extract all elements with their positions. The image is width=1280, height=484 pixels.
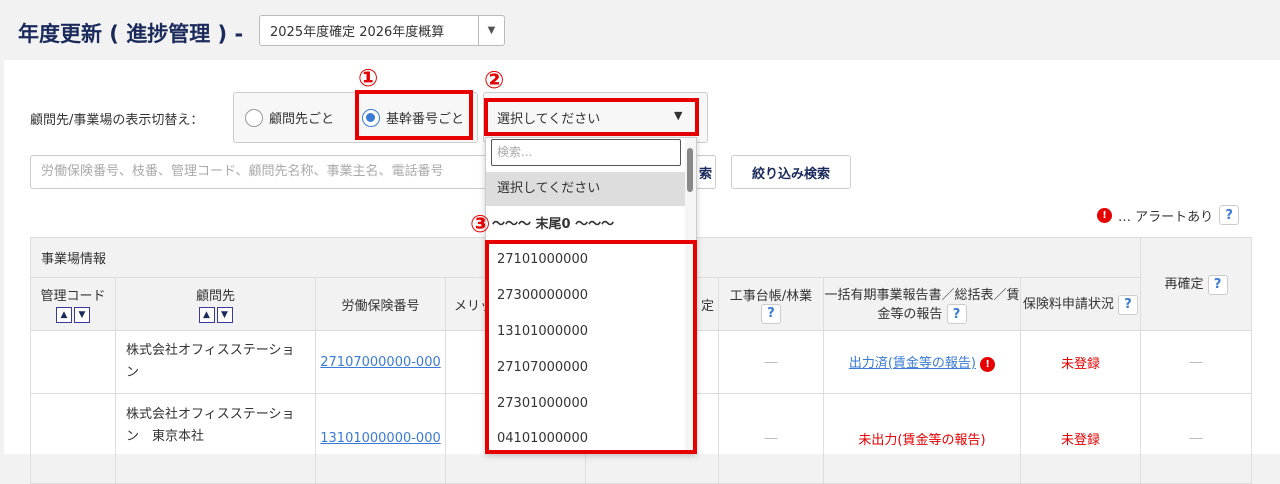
col-management-code: 管理コード ▲ ▼ <box>30 277 116 331</box>
alert-legend: ! … アラートあり ? <box>1097 205 1240 225</box>
radio-client-label: 顧問先ごと <box>269 112 335 127</box>
cell-construction: ― <box>718 330 824 394</box>
year-select-value: 2025年度確定 2026年度概算 <box>270 25 445 40</box>
alert-icon: ! <box>980 357 996 372</box>
insurance-number-link[interactable]: 13101000000-000 <box>320 431 441 446</box>
col-label: 工事台帳/林業 <box>729 288 813 304</box>
dropdown-search-input[interactable]: 検索... <box>491 139 681 166</box>
help-icon[interactable]: ? <box>761 303 781 324</box>
cell-construction: ― <box>718 393 824 484</box>
scrollbar-thumb[interactable] <box>687 148 693 192</box>
base-select-value: 選択してください <box>497 112 601 127</box>
alert-icon: ! <box>1097 207 1112 223</box>
cell-client: 株式会社オフィスステーション <box>115 330 316 394</box>
annotation-2: ② <box>484 66 505 94</box>
col-label: 一括有期事業報告書／総括表／賃金等の報告 <box>824 287 1020 322</box>
col-label: 顧問先 <box>195 289 235 304</box>
filter-search-button[interactable]: 絞り込み検索 <box>731 155 851 189</box>
chevron-down-icon: ▼ <box>674 109 683 122</box>
year-select[interactable]: 2025年度確定 2026年度概算 ▼ <box>259 15 505 46</box>
cell-reconfirm: ― <box>1140 330 1253 394</box>
cell-code <box>30 393 116 484</box>
alert-legend-text: … アラートあり <box>1118 209 1214 225</box>
reconfirm-label: 再確定 <box>1164 277 1204 293</box>
annotation-box-1 <box>355 90 473 140</box>
col-label: 管理コード <box>40 289 106 304</box>
help-icon[interactable]: ? <box>1219 205 1240 225</box>
cell-report: 未出力(賃金等の報告) <box>823 393 1021 484</box>
help-icon[interactable]: ? <box>1207 274 1228 295</box>
cell-client: 株式会社オフィスステーション 東京本社 <box>115 393 316 484</box>
chevron-down-icon: ▼ <box>478 16 504 45</box>
cell-status: 未登録 <box>1019 330 1142 394</box>
dropdown-group-label: 〜〜〜 末尾0 〜〜〜 <box>492 217 615 232</box>
annotation-3: ③ <box>470 210 491 238</box>
annotation-1: ① <box>358 64 379 92</box>
col-application-status: 保険料申請状況 ? <box>1019 277 1142 331</box>
reconfirm-header: 再確定 ? <box>1140 237 1253 331</box>
sort-down-icon[interactable]: ▼ <box>216 307 233 323</box>
help-icon[interactable]: ? <box>1118 294 1139 315</box>
sort-down-icon[interactable]: ▼ <box>74 307 90 323</box>
sort-up-icon[interactable]: ▲ <box>56 307 72 323</box>
sort-up-icon[interactable]: ▲ <box>198 307 215 323</box>
col-client: 顧問先 ▲ ▼ <box>115 277 316 331</box>
cell-reconfirm: ― <box>1140 393 1253 484</box>
cell-code <box>30 330 116 394</box>
annotation-box-3 <box>485 240 697 454</box>
insurance-number-link[interactable]: 27107000000-000 <box>320 355 441 370</box>
radio-client[interactable]: 顧問先ごと <box>245 108 334 127</box>
col-label: 保険料申請状況 <box>1022 297 1114 313</box>
help-icon[interactable]: ? <box>946 304 967 325</box>
cell-status: 未登録 <box>1019 393 1142 484</box>
col-construction: 工事台帳/林業 ? <box>718 277 824 331</box>
display-toggle-label: 顧問先/事業場の表示切替え： <box>30 113 204 128</box>
search-button[interactable]: 索 <box>699 163 712 182</box>
col-report: 一括有期事業報告書／総括表／賃金等の報告 ? <box>823 277 1021 331</box>
page-title: 年度更新 ( 進捗管理 ) - <box>18 22 244 46</box>
dropdown-option[interactable]: 選択してください <box>486 172 686 206</box>
radio-circle-icon <box>245 108 263 127</box>
report-link[interactable]: 出力済(賃金等の報告) <box>849 356 976 371</box>
col-insurance-number: 労働保険番号 <box>315 277 446 331</box>
